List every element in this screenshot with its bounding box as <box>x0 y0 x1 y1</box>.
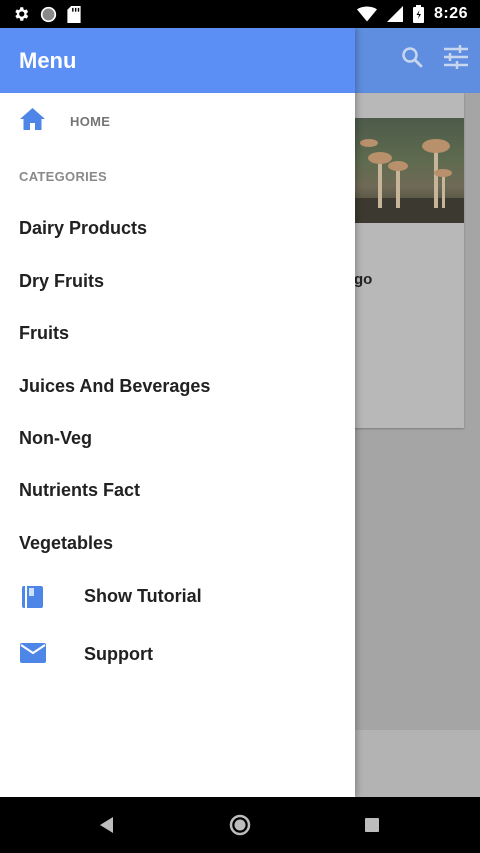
search-icon[interactable] <box>400 45 424 69</box>
wifi-icon <box>356 6 377 22</box>
home-nav-icon[interactable] <box>228 813 252 837</box>
signal-icon <box>386 6 403 22</box>
card-text-partial: go <box>354 271 373 288</box>
settings-icon <box>15 7 29 21</box>
drawer-item-vegetables[interactable]: Vegetables <box>19 533 113 554</box>
navigation-drawer: Menu HOME CATEGORIES Dairy Products Dry … <box>0 28 355 797</box>
sd-card-icon <box>67 5 81 23</box>
drawer-item-show-tutorial[interactable]: Show Tutorial <box>0 572 355 622</box>
support-label: Support <box>84 644 153 664</box>
mushroom-image <box>354 118 464 223</box>
circle-icon <box>40 6 57 22</box>
drawer-item-dry-fruits[interactable]: Dry Fruits <box>19 271 104 292</box>
drawer-item-dairy-products[interactable]: Dairy Products <box>19 218 147 239</box>
home-label: HOME <box>70 114 111 129</box>
battery-icon <box>412 5 424 23</box>
status-time: 8:26 <box>433 5 468 22</box>
status-bar: 8:26 <box>0 0 480 28</box>
system-nav-bar <box>0 797 480 853</box>
back-icon[interactable] <box>98 816 116 834</box>
book-icon <box>22 586 43 608</box>
drawer-item-fruits[interactable]: Fruits <box>19 323 69 344</box>
drawer-item-home[interactable]: HOME <box>0 93 355 149</box>
mail-icon <box>20 643 46 663</box>
drawer-item-non-veg[interactable]: Non-Veg <box>19 428 92 449</box>
drawer-item-support[interactable]: Support <box>0 630 355 680</box>
drawer-item-juices-and-beverages[interactable]: Juices And Beverages <box>19 376 210 397</box>
filter-sliders-icon[interactable] <box>442 44 470 70</box>
categories-header: CATEGORIES <box>19 169 107 184</box>
home-icon <box>20 108 45 130</box>
show-tutorial-label: Show Tutorial <box>84 586 202 606</box>
recent-apps-icon[interactable] <box>365 818 379 832</box>
drawer-header: Menu <box>0 28 355 93</box>
drawer-item-nutrients-fact[interactable]: Nutrients Fact <box>19 480 140 501</box>
drawer-title: Menu <box>19 47 77 73</box>
